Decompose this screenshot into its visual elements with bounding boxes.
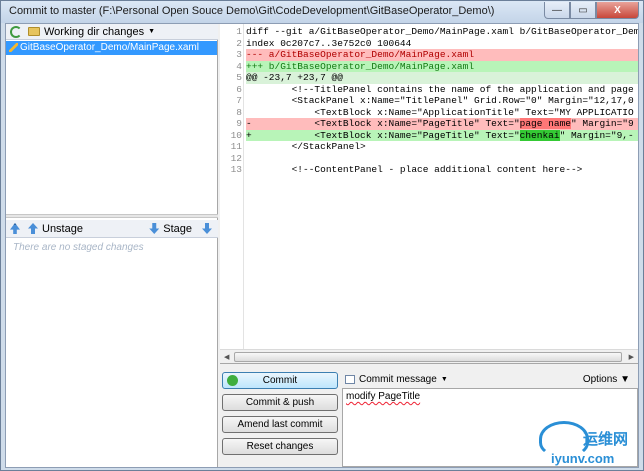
message-icon (345, 375, 355, 384)
diff-line: </StackPanel> (246, 141, 366, 152)
refresh-icon[interactable] (10, 25, 22, 38)
diff-word-change: page name (519, 118, 571, 129)
title-bar[interactable]: Commit to master (F:\Personal Open Souce… (1, 1, 643, 23)
diff-line: diff --git a/GitBaseOperator_Demo/MainPa… (246, 26, 638, 37)
scroll-right-icon[interactable]: ▶ (629, 353, 634, 361)
working-dir-dropdown[interactable]: Working dir changes (44, 26, 144, 38)
panel-splitter[interactable] (6, 214, 218, 218)
options-dropdown[interactable]: Options ▼ (583, 374, 630, 385)
unstage-button[interactable]: Unstage (42, 223, 83, 235)
line-number: 11 (230, 141, 242, 152)
line-number: 6 (236, 83, 242, 95)
line-number: 9 (236, 118, 242, 129)
diff-line: +++ b/GitBaseOperator_Demo/MainPage.xaml (246, 60, 638, 72)
arrow-down-icon (149, 223, 160, 234)
diff-line: <TextBlock x:Name="ApplicationTitle" Tex… (246, 106, 634, 118)
arrow-up-icon (28, 223, 38, 234)
line-number: 7 (236, 95, 242, 106)
line-number: 10 (230, 129, 242, 141)
line-number: 13 (230, 164, 242, 175)
diff-line: <!--ContentPanel - place additional cont… (246, 164, 583, 175)
diff-line: + <TextBlock x:Name="PageTitle" Text="ch… (246, 129, 638, 141)
line-number: 2 (236, 37, 242, 49)
diff-line-prefix: - <TextBlock x:Name="PageTitle" Text=" (246, 118, 520, 129)
client-area: Working dir changes ▼ GitBaseOperator_De… (5, 23, 639, 468)
unstage-all-icon[interactable] (10, 223, 20, 234)
watermark-brand: 运维网 (583, 431, 629, 448)
diff-line: index 0c207c7..3e752c0 100644 (246, 37, 412, 49)
diff-line: - <TextBlock x:Name="PageTitle" Text="pa… (246, 118, 638, 130)
commit-button[interactable]: Commit (222, 372, 338, 389)
diff-code[interactable]: diff --git a/GitBaseOperator_Demo/MainPa… (246, 24, 638, 350)
commit-label: Commit (262, 375, 298, 386)
stage-group: Stage (149, 223, 192, 235)
diff-line (246, 153, 638, 165)
horizontal-scrollbar[interactable]: ◀ ▶ (220, 349, 638, 363)
window-title: Commit to master (F:\Personal Open Souce… (9, 5, 495, 17)
list-item[interactable]: GitBaseOperator_Demo/MainPage.xaml (6, 41, 217, 55)
check-icon (227, 375, 238, 386)
line-number: 12 (230, 152, 242, 164)
diff-line-prefix: + <TextBlock x:Name="PageTitle" Text=" (246, 129, 520, 141)
diff-viewer[interactable]: 1 2 3 4 5 6 7 8 9 10 11 12 13 diff --git a/GitBaseOp… (220, 24, 638, 364)
scroll-thumb[interactable] (234, 352, 622, 362)
diff-line: --- a/GitBaseOperator_Demo/MainPage.xaml (246, 49, 638, 61)
line-number: 1 (236, 26, 242, 37)
maximize-button[interactable]: ▭ (570, 2, 596, 19)
chevron-down-icon[interactable]: ▼ (441, 376, 448, 383)
diff-line: @@ -23,7 +23,7 @@ (246, 72, 638, 84)
diff-line-suffix: " Margin="9,- (559, 129, 634, 141)
staging-toolbar: Unstage Stage (6, 220, 218, 238)
commit-message-dropdown[interactable]: Commit message (359, 374, 437, 385)
pencil-icon (9, 43, 18, 52)
file-path: GitBaseOperator_Demo/MainPage.xaml (20, 42, 199, 53)
commit-message-text: modify PageTitle (346, 391, 421, 402)
diff-splitter[interactable] (220, 365, 638, 369)
close-button[interactable]: X (596, 2, 639, 19)
commit-message-toolbar: Commit message ▼ Options ▼ (342, 371, 638, 388)
working-dir-toolbar: Working dir changes ▼ (6, 24, 218, 40)
line-number: 3 (236, 49, 242, 60)
stage-all-icon[interactable] (202, 223, 212, 234)
watermark-url: iyunv.com (551, 451, 615, 466)
changes-panel: Working dir changes ▼ GitBaseOperator_De… (6, 24, 218, 467)
empty-staged-text: There are no staged changes (13, 242, 144, 253)
reset-changes-button[interactable]: Reset changes (222, 438, 338, 455)
options-label: Options (582, 374, 618, 385)
commit-push-button[interactable]: Commit & push (222, 394, 338, 411)
scroll-left-icon[interactable]: ◀ (224, 353, 229, 361)
minimize-button[interactable]: — (544, 2, 570, 19)
diff-line: <!--TitlePanel contains the name of the … (246, 83, 634, 95)
line-number-gutter: 1 2 3 4 5 6 7 8 9 10 11 12 13 (220, 24, 244, 350)
line-number: 5 (236, 72, 242, 83)
folder-icon (28, 27, 40, 36)
stage-button[interactable]: Stage (163, 223, 192, 235)
diff-line-suffix: " Margin="9 (570, 118, 634, 129)
amend-commit-button[interactable]: Amend last commit (222, 416, 338, 433)
chevron-down-icon[interactable]: ▼ (148, 28, 155, 35)
watermark: 运维网 iyunv.com (539, 421, 639, 469)
diff-line: <StackPanel x:Name="TitlePanel" Grid.Row… (246, 95, 634, 106)
window-controls: — ▭ X (544, 2, 639, 19)
commit-window: Commit to master (F:\Personal Open Souce… (0, 0, 644, 471)
line-number: 8 (236, 106, 242, 118)
diff-word-change: chenkai (519, 129, 560, 141)
line-number: 4 (236, 60, 242, 72)
